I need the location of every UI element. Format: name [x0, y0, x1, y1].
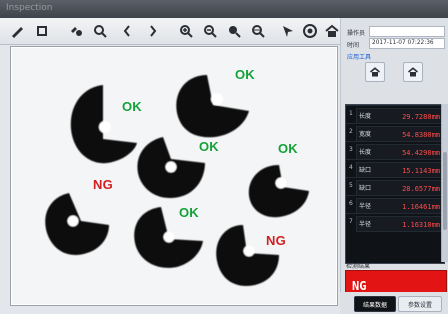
record-icon[interactable] — [300, 21, 320, 41]
inspection-result-label: 检测结果 — [346, 263, 371, 270]
measurement-scrollbar[interactable] — [441, 104, 448, 262]
measurement-row-4: 4 缺口 15.1143mm — [346, 159, 444, 178]
inspection-canvas[interactable]: OK OK OK OK OK NG NG — [10, 46, 338, 306]
measurement-cell: 长度 54.4290mm — [356, 144, 444, 160]
window-title: Inspection — [6, 3, 53, 13]
measurement-row-6: 6 半径 1.16461mm — [346, 195, 444, 214]
operator-label: 操作员 — [347, 30, 366, 37]
home-icon — [408, 67, 418, 77]
zoom-fit-icon[interactable] — [224, 21, 244, 41]
measurement-cell: 长度 29.7280mm — [356, 108, 444, 124]
measurement-cell: 宽度 54.8380mm — [356, 126, 444, 142]
title-bar: Inspection — [0, 0, 448, 18]
measurement-row-2: 2 宽度 54.8380mm — [346, 123, 444, 142]
measurement-index: 3 — [349, 146, 353, 153]
part-4-hole — [275, 177, 287, 189]
measurement-row-1: 1 长度 29.7280mm — [346, 105, 444, 124]
time-label: 时间 — [347, 42, 360, 49]
measurement-name: 半径 — [359, 221, 372, 228]
result-label-ok-5: OK — [179, 205, 199, 220]
measurement-index: 2 — [349, 128, 353, 135]
pointer-icon[interactable] — [278, 21, 298, 41]
part-1-hole — [99, 121, 111, 133]
result-label-ng-2: NG — [266, 233, 286, 248]
measurement-value: 1.16310mm — [402, 221, 440, 229]
measurement-name: 长度 — [359, 149, 372, 156]
part-2-hole — [211, 93, 223, 105]
zoom-out-icon[interactable] — [200, 21, 220, 41]
zoom-icon[interactable] — [90, 21, 110, 41]
part-3-hole — [165, 161, 177, 173]
measurement-value: 28.6577mm — [402, 185, 440, 193]
part-2-shape — [176, 75, 249, 138]
home-icon[interactable] — [322, 21, 342, 41]
measurement-index: 7 — [349, 218, 353, 225]
measurement-index: 1 — [349, 110, 353, 117]
result-label-ok-2: OK — [235, 67, 255, 82]
measurement-name: 长度 — [359, 113, 372, 120]
measurement-cell: 半径 1.16461mm — [356, 198, 444, 214]
measurement-cell: 半径 1.16310mm — [356, 216, 444, 232]
result-label-ok-1: OK — [122, 99, 142, 114]
result-label-ok-3: OK — [199, 139, 219, 154]
measurement-name: 宽度 — [359, 131, 372, 138]
zoom-in-icon[interactable] — [176, 21, 196, 41]
hand-left-icon[interactable] — [118, 21, 138, 41]
part-5-hole — [67, 215, 79, 227]
part-6-hole — [163, 231, 175, 243]
result-label-ok-4: OK — [278, 141, 298, 156]
tab-settings[interactable]: 参数设置 — [398, 296, 442, 312]
hand-right-icon[interactable] — [142, 21, 162, 41]
toolbar — [0, 18, 340, 45]
measurement-name: 半径 — [359, 203, 372, 210]
panel-tabs: 结果数据 参数设置 — [340, 292, 448, 314]
scrollbar-thumb[interactable] — [443, 152, 447, 230]
home-icon — [370, 67, 380, 77]
measurement-row-3: 3 长度 54.4290mm — [346, 141, 444, 160]
measurement-index: 4 — [349, 164, 353, 171]
measurement-index: 5 — [349, 182, 353, 189]
zoom-reset-icon[interactable] — [248, 21, 268, 41]
measurement-value: 29.7280mm — [402, 113, 440, 121]
inspection-result-value: NG — [352, 279, 367, 293]
file-icon[interactable] — [32, 21, 52, 41]
pen-icon[interactable] — [8, 21, 28, 41]
tab-results[interactable]: 结果数据 — [354, 296, 396, 312]
time-value: 2017-11-07 07:22:36 — [372, 40, 434, 46]
section-title: 应用工具 — [347, 54, 372, 61]
measurement-name: 缺口 — [359, 167, 372, 174]
result-label-ng-1: NG — [93, 177, 113, 192]
measurement-name: 缺口 — [359, 185, 372, 192]
panel-home-button-1[interactable] — [365, 62, 385, 82]
measurement-row-7: 7 半径 1.16310mm — [346, 213, 444, 232]
tool-icon[interactable] — [66, 21, 86, 41]
right-panel: 操作员 时间 2017-11-07 07:22:36 应用工具 1 长度 29.… — [340, 18, 448, 314]
measurement-value: 15.1143mm — [402, 167, 440, 175]
part-4-shape — [248, 165, 309, 218]
measurement-cell: 缺口 15.1143mm — [356, 162, 444, 178]
part-7-hole — [243, 245, 255, 257]
measurement-cell: 缺口 28.6577mm — [356, 180, 444, 196]
time-field[interactable]: 2017-11-07 07:22:36 — [369, 38, 445, 49]
measurement-index: 6 — [349, 200, 353, 207]
panel-home-button-2[interactable] — [403, 62, 423, 82]
app-window: Inspection OK OK OK OK OK NG NG 操作员 时间 2… — [0, 0, 448, 314]
measurement-value: 1.16461mm — [402, 203, 440, 211]
measurement-row-5: 5 缺口 28.6577mm — [346, 177, 444, 196]
measurement-value: 54.4290mm — [402, 149, 440, 157]
operator-input[interactable] — [369, 26, 445, 37]
measurement-value: 54.8380mm — [402, 131, 440, 139]
measurement-list: 1 长度 29.7280mm 2 宽度 54.8380mm 3 长度 54.42… — [345, 104, 445, 264]
